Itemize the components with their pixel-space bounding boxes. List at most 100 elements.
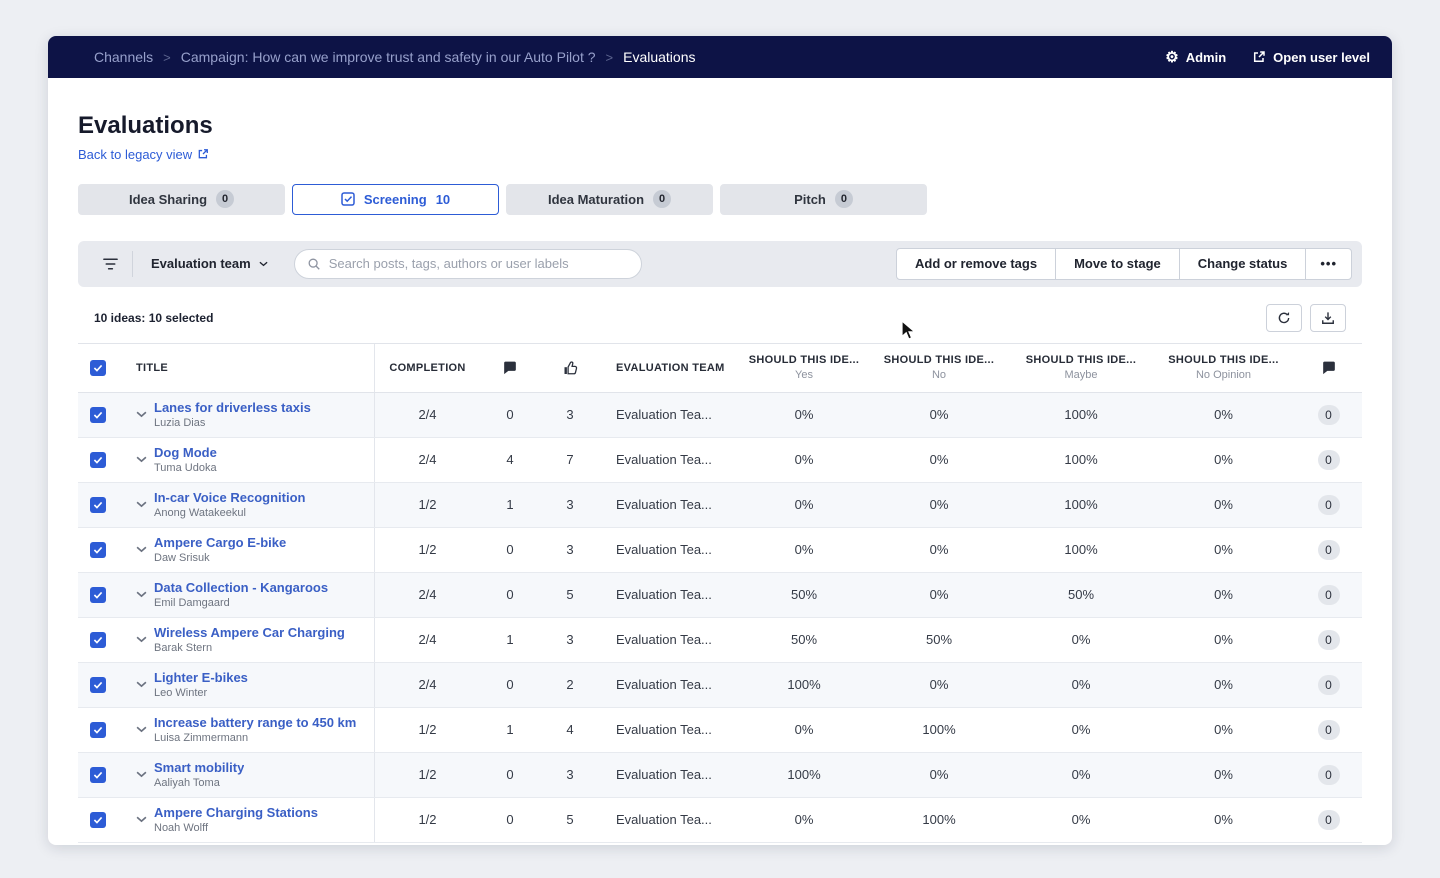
eval-comments-badge: 0 — [1317, 494, 1340, 515]
evaluation-team-cell: Evaluation Tea... — [616, 722, 712, 737]
evaluation-team-cell: Evaluation Tea... — [616, 812, 712, 827]
filter-button[interactable] — [88, 248, 132, 280]
download-button[interactable] — [1310, 303, 1346, 332]
likes-count-cell: 3 — [566, 767, 574, 782]
idea-title-link[interactable]: Data Collection - Kangaroos — [154, 580, 328, 595]
idea-title-link[interactable]: Increase battery range to 450 km — [154, 715, 356, 730]
breadcrumb-campaign[interactable]: Campaign: How can we improve trust and s… — [181, 49, 596, 65]
idea-title-link[interactable]: Lighter E-bikes — [154, 670, 248, 685]
row-checkbox[interactable] — [90, 721, 106, 738]
column-header-should-no-opinion[interactable]: SHOULD THIS IDE... No Opinion — [1152, 354, 1295, 381]
check-icon — [93, 681, 103, 689]
chevron-down-icon[interactable] — [136, 456, 147, 463]
chevron-down-icon[interactable] — [136, 636, 147, 643]
tab-idea-maturation[interactable]: Idea Maturation 0 — [506, 183, 713, 215]
comments-count-cell: 0 — [506, 812, 514, 827]
likes-count-cell: 5 — [566, 812, 574, 827]
row-checkbox[interactable] — [90, 541, 106, 558]
idea-title-link[interactable]: Dog Mode — [154, 445, 217, 460]
row-checkbox[interactable] — [90, 811, 106, 828]
eval-comments-badge: 0 — [1317, 809, 1340, 830]
idea-author: Tuma Udoka — [154, 462, 217, 474]
row-checkbox[interactable] — [90, 676, 106, 693]
should-yes-cell: 0% — [794, 722, 814, 737]
breadcrumb-channels[interactable]: Channels — [94, 49, 153, 65]
eval-comments-badge: 0 — [1317, 584, 1340, 605]
change-status-button[interactable]: Change status — [1178, 247, 1307, 280]
eval-comments-badge: 0 — [1317, 764, 1340, 785]
row-checkbox[interactable] — [90, 406, 106, 423]
idea-author: Anong Watakeekul — [154, 507, 246, 519]
column-header-label: SHOULD THIS IDE... — [883, 354, 995, 366]
idea-title-link[interactable]: Lanes for driverless taxis — [154, 400, 311, 415]
comments-count-cell: 0 — [506, 542, 514, 557]
row-checkbox[interactable] — [90, 586, 106, 603]
chevron-down-icon[interactable] — [136, 546, 147, 553]
chevron-down-icon[interactable] — [136, 816, 147, 823]
idea-title-link[interactable]: Wireless Ampere Car Charging — [154, 625, 345, 640]
select-all-checkbox[interactable] — [90, 359, 106, 376]
check-icon — [93, 364, 103, 372]
back-to-legacy-link[interactable]: Back to legacy view — [78, 146, 209, 162]
stage-tabs: Idea Sharing 0 Screening 10 Idea Maturat… — [78, 183, 1362, 215]
tab-screening[interactable]: Screening 10 — [292, 183, 499, 215]
completion-cell: 2/4 — [418, 407, 437, 422]
idea-title-link[interactable]: In-car Voice Recognition — [154, 490, 305, 505]
bulk-actions: Add or remove tags Move to stage Change … — [895, 247, 1352, 280]
evaluation-team-cell: Evaluation Tea... — [616, 677, 712, 692]
chevron-down-icon[interactable] — [136, 501, 147, 508]
column-header-should-yes[interactable]: SHOULD THIS IDE... Yes — [740, 354, 868, 381]
chevron-down-icon[interactable] — [136, 681, 147, 688]
evaluation-team-cell: Evaluation Tea... — [616, 497, 712, 512]
evaluation-team-dropdown[interactable]: Evaluation team — [133, 256, 286, 271]
check-icon — [93, 501, 103, 509]
column-header-evaluation-team[interactable]: EVALUATION TEAM — [600, 362, 740, 374]
should-no-cell: 0% — [929, 767, 949, 782]
chevron-down-icon[interactable] — [136, 771, 147, 778]
admin-button[interactable]: ⚙ Admin — [1165, 50, 1226, 65]
should-no-opinion-cell: 0% — [1214, 632, 1233, 647]
tab-pitch[interactable]: Pitch 0 — [720, 183, 927, 215]
likes-count-cell: 7 — [566, 452, 574, 467]
row-checkbox[interactable] — [90, 451, 106, 468]
should-yes-cell: 0% — [794, 407, 814, 422]
column-header-should-maybe[interactable]: SHOULD THIS IDE... Maybe — [1010, 354, 1152, 381]
comments-count-cell: 0 — [506, 407, 514, 422]
column-header-sublabel: Yes — [795, 369, 813, 381]
idea-title-link[interactable]: Smart mobility — [154, 760, 244, 775]
column-header-comments[interactable] — [480, 360, 540, 375]
idea-title-link[interactable]: Ampere Cargo E-bike — [154, 535, 286, 550]
column-header-title[interactable]: TITLE — [118, 343, 375, 392]
column-header-eval-comments[interactable] — [1295, 360, 1362, 375]
tab-count-badge: 0 — [653, 190, 672, 208]
row-checkbox[interactable] — [90, 496, 106, 513]
tab-idea-sharing[interactable]: Idea Sharing 0 — [78, 183, 285, 215]
open-user-level-button[interactable]: Open user level — [1252, 50, 1370, 65]
column-header-should-no[interactable]: SHOULD THIS IDE... No — [868, 354, 1010, 381]
search-input[interactable] — [328, 256, 629, 271]
chevron-down-icon[interactable] — [136, 411, 147, 418]
column-header-likes[interactable] — [540, 360, 600, 376]
admin-label: Admin — [1185, 49, 1227, 65]
column-header-label: SHOULD THIS IDE... — [748, 354, 860, 366]
idea-title-link[interactable]: Ampere Charging Stations — [154, 805, 318, 820]
search-icon — [308, 258, 320, 270]
row-checkbox[interactable] — [90, 766, 106, 783]
completion-cell: 1/2 — [418, 812, 437, 827]
chevron-down-icon[interactable] — [136, 591, 147, 598]
eval-comments-badge: 0 — [1317, 449, 1340, 470]
refresh-button[interactable] — [1266, 303, 1302, 332]
idea-author: Luisa Zimmermann — [154, 732, 249, 744]
more-actions-button[interactable]: ••• — [1305, 247, 1352, 280]
check-icon — [93, 591, 103, 599]
column-header-completion[interactable]: COMPLETION — [375, 362, 480, 374]
row-checkbox[interactable] — [90, 631, 106, 648]
should-maybe-cell: 0% — [1071, 677, 1091, 692]
should-no-opinion-cell: 0% — [1214, 812, 1233, 827]
add-or-remove-tags-button[interactable]: Add or remove tags — [895, 247, 1057, 280]
chevron-down-icon[interactable] — [136, 726, 147, 733]
table-row: Ampere Charging Stations Noah Wolff 1/2 … — [78, 797, 1362, 843]
table-row: Lighter E-bikes Leo Winter 2/4 0 2 Evalu… — [78, 662, 1362, 708]
table-row: In-car Voice Recognition Anong Watakeeku… — [78, 482, 1362, 528]
move-to-stage-button[interactable]: Move to stage — [1055, 247, 1180, 280]
